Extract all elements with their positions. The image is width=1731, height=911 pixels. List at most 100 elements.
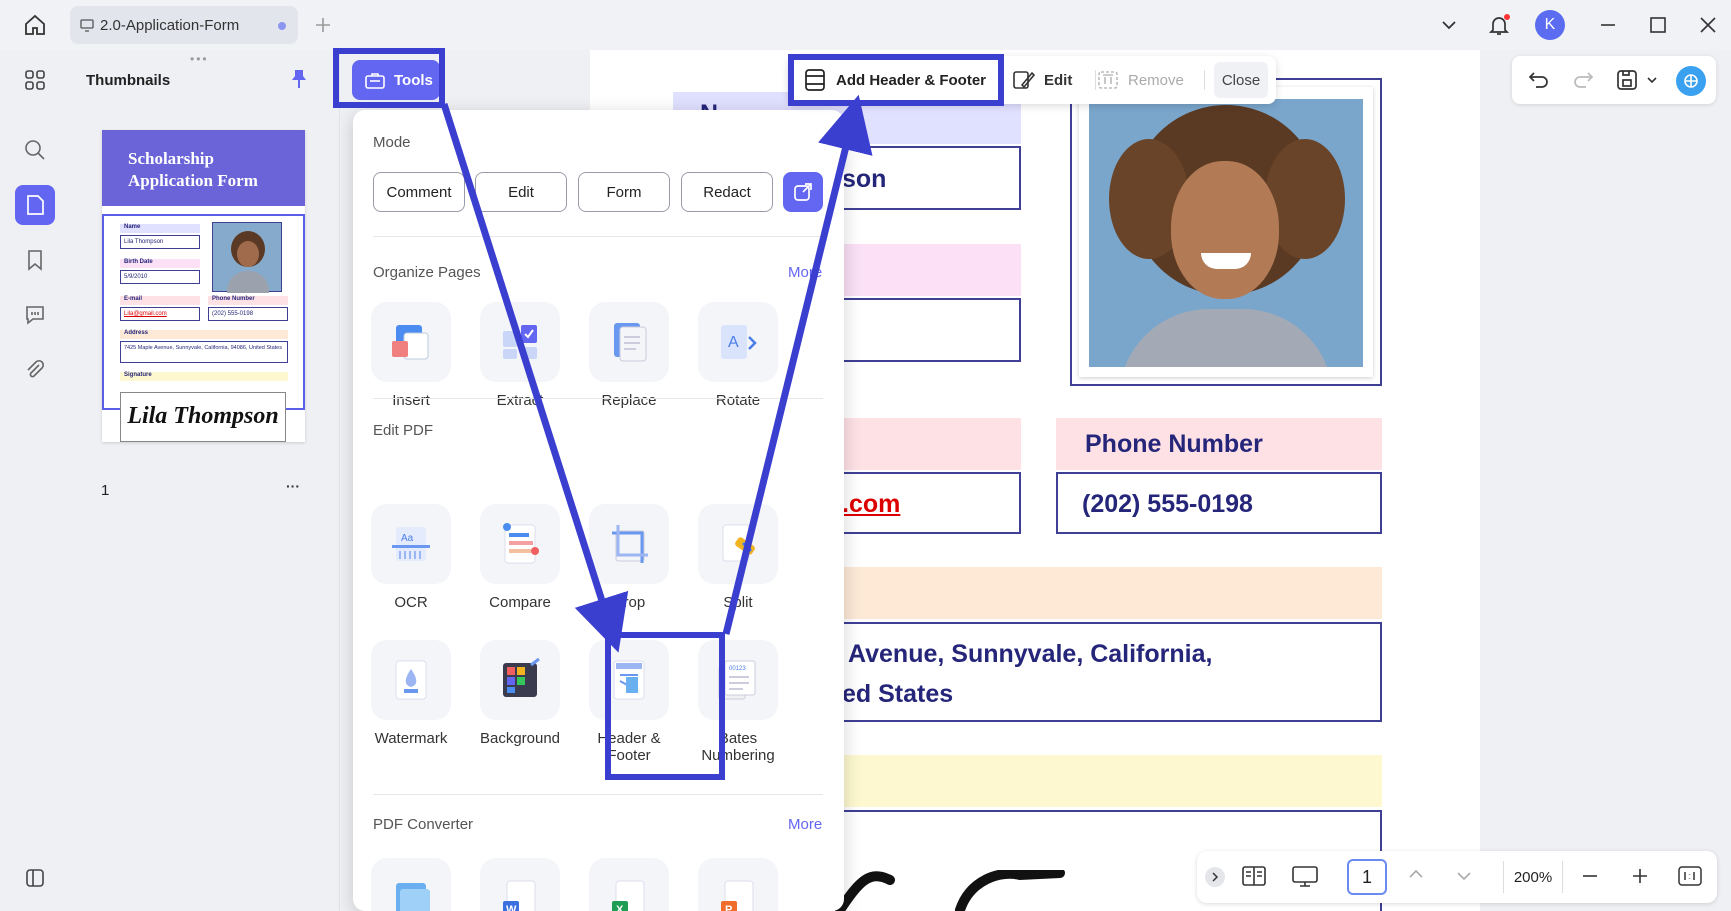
collapse-arrow-icon[interactable] <box>1205 867 1225 887</box>
document-tab[interactable]: 2.0-Application-Form <box>70 6 298 44</box>
right-panel <box>1481 50 1731 911</box>
avatar[interactable]: K <box>1535 10 1565 40</box>
minimize-icon[interactable] <box>1596 14 1620 36</box>
tool-background[interactable]: Background <box>465 640 575 747</box>
mode-edit-button[interactable]: Edit <box>475 172 567 212</box>
extract-icon <box>480 302 560 382</box>
sidebar-toggle-icon[interactable] <box>15 858 55 898</box>
zoom-in-icon[interactable] <box>1631 867 1649 885</box>
to-word-icon[interactable]: W <box>480 858 560 911</box>
mini-birth-label: Birth Date <box>120 259 200 268</box>
mode-form-button[interactable]: Form <box>578 172 670 212</box>
redo-icon[interactable] <box>1572 69 1594 91</box>
page-thumbnail[interactable]: Scholarship Application Form Name Lila T… <box>102 130 305 442</box>
ai-assistant-icon[interactable] <box>1676 66 1706 96</box>
maximize-icon[interactable] <box>1646 14 1670 36</box>
zoom-out-icon[interactable] <box>1581 867 1599 885</box>
comments-icon[interactable] <box>15 295 55 335</box>
crop-icon <box>589 504 669 584</box>
tool-extract[interactable]: Extract <box>465 302 575 409</box>
tool-ocr[interactable]: Aa OCR <box>356 504 466 611</box>
tools-button-highlight <box>333 48 445 108</box>
mini-signature-label: Signature <box>120 372 288 381</box>
undo-icon[interactable] <box>1528 69 1550 91</box>
compare-icon <box>480 504 560 584</box>
tool-insert[interactable]: Insert <box>356 302 466 409</box>
edit-pencil-icon <box>1012 69 1036 91</box>
remove-trash-icon <box>1096 69 1120 91</box>
portrait-photo <box>1089 99 1363 367</box>
svg-text:W: W <box>506 904 517 911</box>
add-header-footer-highlight <box>788 54 1004 106</box>
mini-birth-value: 5/9/2010 <box>120 270 200 284</box>
next-page-icon[interactable] <box>1455 869 1473 883</box>
insert-icon <box>371 302 451 382</box>
mini-phone-value: (202) 555-0198 <box>208 307 288 321</box>
close-header-footer-button[interactable]: Close <box>1214 62 1268 98</box>
presentation-icon[interactable] <box>1291 865 1319 889</box>
to-powerpoint-icon[interactable]: P <box>698 858 778 911</box>
page-layout-icon[interactable] <box>1241 865 1267 887</box>
remove-header-footer-button[interactable]: Remove <box>1096 64 1184 96</box>
pdf-converter-title: PDF Converter <box>373 816 474 833</box>
replace-icon <box>589 302 669 382</box>
to-image-icon[interactable] <box>371 858 451 911</box>
svg-text:A: A <box>728 334 739 351</box>
email-value-partial: .com <box>842 490 901 518</box>
zoom-level[interactable]: 200% <box>1503 861 1563 893</box>
prev-page-icon[interactable] <box>1407 867 1425 881</box>
mini-signature: Lila Thompson <box>120 392 286 442</box>
mode-title: Mode <box>373 134 411 151</box>
tool-watermark[interactable]: Watermark <box>356 640 466 747</box>
organize-more-link[interactable]: More <box>788 264 822 281</box>
mini-name-label: Name <box>120 224 200 233</box>
background-icon <box>480 640 560 720</box>
converter-more-link[interactable]: More <box>788 816 822 833</box>
tool-crop[interactable]: Crop <box>574 504 684 611</box>
watermark-icon <box>371 640 451 720</box>
close-window-icon[interactable] <box>1696 14 1720 36</box>
mode-redact-button[interactable]: Redact <box>681 172 773 212</box>
mini-address-label: Address <box>120 330 288 339</box>
unsaved-dot-icon <box>278 22 286 30</box>
to-excel-icon[interactable]: X <box>589 858 669 911</box>
rotate-icon: A <box>698 302 778 382</box>
apps-grid-icon[interactable] <box>15 60 55 100</box>
mini-name-value: Lila Thompson <box>120 235 200 249</box>
toolbar-separator <box>1204 70 1205 90</box>
svg-text:P: P <box>725 904 732 911</box>
mini-form: Name Lila Thompson Birth Date 5/9/2010 E… <box>102 214 305 410</box>
search-icon[interactable] <box>15 130 55 170</box>
mini-photo <box>212 222 282 293</box>
tool-split[interactable]: Split <box>683 504 793 611</box>
divider <box>373 398 823 399</box>
pin-icon[interactable] <box>290 68 308 90</box>
home-icon[interactable] <box>20 12 50 38</box>
bell-icon[interactable] <box>1486 12 1512 38</box>
bookmark-icon[interactable] <box>15 240 55 280</box>
save-icon[interactable] <box>1616 69 1638 91</box>
photo-frame <box>1070 78 1382 386</box>
attachment-icon[interactable] <box>15 350 55 390</box>
mini-phone-label: Phone Number <box>208 296 288 305</box>
mode-comment-button[interactable]: Comment <box>373 172 465 212</box>
edit-pdf-title: Edit PDF <box>373 422 434 439</box>
page-thumbnails-icon[interactable] <box>15 185 55 225</box>
thumbnail-more-icon[interactable]: ··· <box>286 478 300 494</box>
address-line-2: ed States <box>842 680 954 708</box>
actual-size-icon[interactable] <box>1677 865 1703 887</box>
tool-compare[interactable]: Compare <box>465 504 575 611</box>
page-number-input[interactable]: 1 <box>1347 859 1387 895</box>
address-line-1: Avenue, Sunnyvale, California, <box>848 640 1213 668</box>
open-external-icon[interactable] <box>783 172 823 212</box>
tool-rotate[interactable]: A Rotate <box>683 302 793 409</box>
chevron-down-icon[interactable] <box>1437 14 1461 36</box>
mini-banner: Scholarship Application Form <box>102 130 305 206</box>
new-tab-plus-icon[interactable] <box>312 14 334 36</box>
drag-handle[interactable]: ••• <box>190 52 209 66</box>
save-options-chevron-icon[interactable] <box>1646 74 1658 86</box>
tool-replace[interactable]: Replace <box>574 302 684 409</box>
tab-title: 2.0-Application-Form <box>100 16 240 34</box>
edit-header-footer-button[interactable]: Edit <box>1012 64 1072 96</box>
svg-text:00123: 00123 <box>729 666 746 672</box>
